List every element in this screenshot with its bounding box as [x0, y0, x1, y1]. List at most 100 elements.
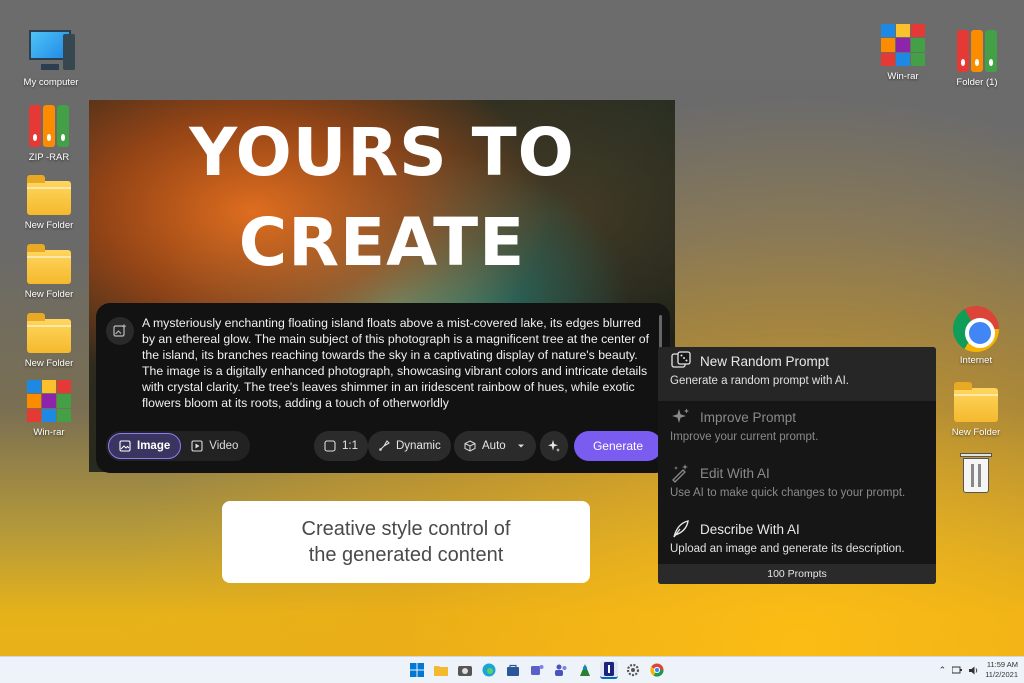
taskbar-file-explorer[interactable] — [432, 661, 450, 679]
desktop-icon-zip-rar[interactable]: ZIP -RAR — [11, 103, 87, 163]
mode-video-label: Video — [209, 440, 239, 452]
desktop-icon-label: New Folder — [24, 289, 74, 300]
caption-box: Creative style control of the generated … — [222, 501, 590, 583]
system-tray: ⌃ 11:59 AM 11/2/2021 — [939, 660, 1018, 680]
people-icon — [555, 664, 567, 676]
gear-icon — [626, 663, 640, 677]
store-bag-icon — [507, 664, 519, 676]
mode-image-button[interactable]: Image — [108, 433, 182, 459]
zip-binders-icon — [25, 103, 73, 149]
taskbar-teams[interactable] — [528, 661, 546, 679]
feather-pen-icon — [673, 520, 689, 538]
taskbar: ⌃ 11:59 AM 11/2/2021 — [0, 656, 1024, 683]
desktop-icon-label: Folder (1) — [956, 77, 998, 88]
network-icon[interactable] — [952, 666, 963, 675]
caption-line2: the generated content — [308, 544, 504, 566]
menu-item-title: Describe With AI — [700, 521, 800, 537]
magic-wand-icon — [672, 464, 688, 483]
edge-browser-icon — [482, 663, 496, 677]
folder-icon — [25, 309, 73, 355]
chevron-down-icon — [517, 444, 524, 448]
start-button[interactable] — [408, 661, 426, 679]
prompt-card: A mysteriously enchanting floating islan… — [96, 303, 670, 473]
caption-line1: Creative style control of — [301, 518, 511, 540]
desktop-icon-new-folder-2[interactable]: New Folder — [11, 240, 87, 300]
menu-item-desc: Improve your current prompt. — [670, 431, 819, 443]
menu-item-title: New Random Prompt — [700, 353, 830, 369]
add-image-button[interactable] — [106, 317, 134, 345]
taskbar-chrome[interactable] — [648, 661, 666, 679]
desktop-icon-label: Win-rar — [887, 71, 919, 82]
chevron-up-icon[interactable]: ⌃ — [939, 665, 947, 676]
windows-logo-icon — [410, 663, 424, 677]
menu-item-desc: Upload an image and generate its descrip… — [670, 543, 905, 555]
prompt-tools-menu: New Random Prompt Generate a random prom… — [658, 347, 936, 584]
desktop-icon-new-folder-3[interactable]: New Folder — [11, 309, 87, 369]
taskbar-apps — [408, 661, 666, 679]
style-label: Dynamic — [396, 440, 441, 452]
desktop-icon-new-folder-right[interactable]: New Folder — [938, 378, 1014, 438]
taskbar-active-app[interactable] — [600, 661, 618, 679]
prompt-tools-button[interactable] — [540, 431, 568, 461]
volume-icon[interactable] — [969, 666, 979, 675]
add-image-icon — [113, 324, 126, 337]
dice-icon — [671, 351, 691, 368]
app-window-icon — [604, 662, 614, 676]
desktop-icon-label: New Folder — [951, 427, 1001, 438]
computer-icon — [27, 28, 75, 74]
desktop-icon-label: Win-rar — [33, 427, 65, 438]
taskbar-settings[interactable] — [624, 661, 642, 679]
desktop-icon-my-computer[interactable]: My computer — [13, 28, 89, 88]
desktop-icon-label: ZIP -RAR — [28, 152, 70, 163]
desktop-icon-winrar-right[interactable]: Win-rar — [865, 22, 941, 82]
style-brush-icon — [379, 440, 390, 451]
sparkle-icon — [548, 440, 560, 452]
aspect-ratio-button[interactable]: 1:1 — [314, 431, 368, 461]
taskbar-edge[interactable] — [480, 661, 498, 679]
menu-item-title: Improve Prompt — [700, 409, 797, 425]
hero-title: YOURS TO CREATE — [89, 108, 675, 288]
menu-item-improve-prompt[interactable]: Improve Prompt Improve your current prom… — [658, 403, 936, 457]
desktop-icon-winrar-left[interactable]: Win-rar — [11, 378, 87, 438]
style-button[interactable]: Dynamic — [368, 431, 451, 461]
prompt-textarea[interactable]: A mysteriously enchanting floating islan… — [142, 315, 656, 413]
menu-item-new-random-prompt[interactable]: New Random Prompt Generate a random prom… — [658, 347, 936, 401]
folder-icon — [952, 378, 1000, 424]
zip-binders-icon — [953, 28, 1001, 74]
taskbar-photos[interactable] — [576, 661, 594, 679]
desktop-icon-label: New Folder — [24, 220, 74, 231]
desktop-icon-label: My computer — [23, 77, 79, 88]
desktop-icon-folder-1[interactable]: Folder (1) — [939, 28, 1015, 88]
generate-button[interactable]: Generate — [574, 431, 662, 461]
aspect-ratio-label: 1:1 — [342, 440, 358, 452]
sparkle-icon — [672, 408, 689, 423]
chrome-icon — [952, 306, 1000, 352]
taskbar-teams-2[interactable] — [552, 661, 570, 679]
image-icon — [119, 440, 131, 452]
video-icon — [191, 440, 203, 452]
prompts-count: 100 Prompts — [658, 564, 936, 584]
hero-title-line1: YOURS TO — [189, 114, 575, 191]
taskbar-camera[interactable] — [456, 661, 474, 679]
clock-date: 11/2/2021 — [985, 670, 1018, 679]
mode-video-button[interactable]: Video — [181, 433, 248, 459]
photos-icon — [580, 664, 590, 676]
menu-item-edit-with-ai[interactable]: Edit With AI Use AI to make quick change… — [658, 459, 936, 513]
chrome-icon — [650, 663, 664, 677]
taskbar-store[interactable] — [504, 661, 522, 679]
teams-icon — [531, 665, 544, 675]
desktop-icon-recycle-bin[interactable] — [938, 447, 1014, 493]
winrar-icon — [879, 22, 927, 68]
camera-icon — [458, 666, 472, 676]
recycle-bin-icon — [952, 447, 1000, 493]
desktop-icon-new-folder-1[interactable]: New Folder — [11, 171, 87, 231]
mode-toggle: Image Video — [106, 431, 251, 461]
menu-item-desc: Generate a random prompt with AI. — [670, 375, 849, 387]
desktop-icon-internet[interactable]: Internet — [938, 306, 1014, 366]
menu-item-describe-with-ai[interactable]: Describe With AI Upload an image and gen… — [658, 515, 936, 569]
model-select[interactable]: Auto — [454, 431, 536, 461]
clock-time: 11:59 AM — [986, 660, 1018, 669]
desktop-icon-label: New Folder — [24, 358, 74, 369]
cube-icon — [464, 440, 476, 452]
clock[interactable]: 11:59 AM 11/2/2021 — [985, 660, 1018, 680]
